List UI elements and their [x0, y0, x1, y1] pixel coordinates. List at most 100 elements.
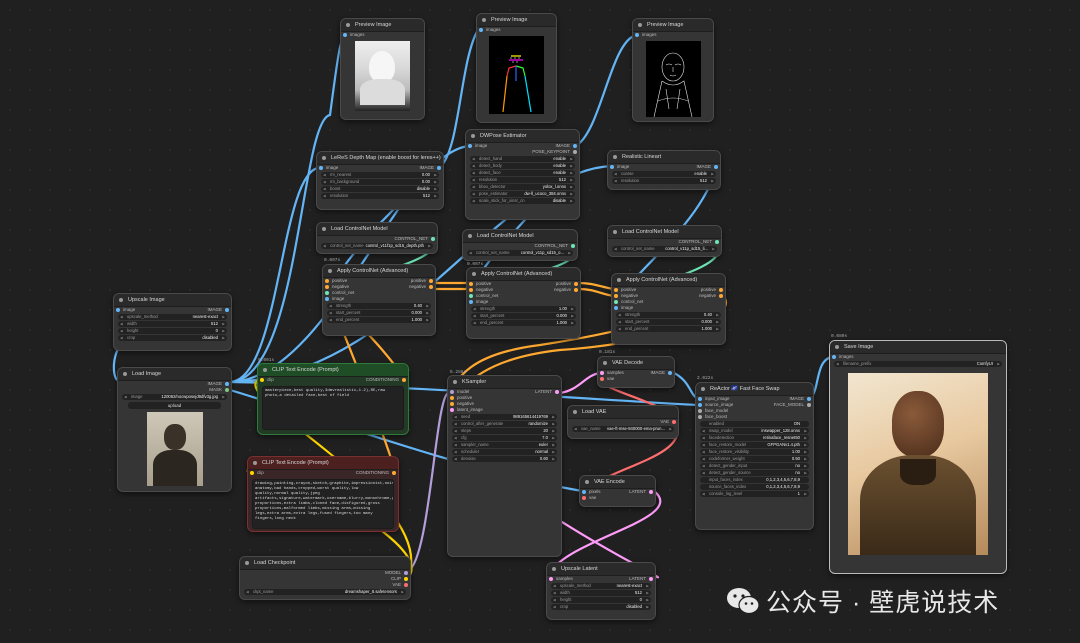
output-slot-icon[interactable] — [719, 294, 723, 298]
input-slot-icon[interactable] — [450, 396, 454, 400]
widget-rm-nearest[interactable]: rm_nearest0.00 — [321, 172, 439, 178]
preview-image-node-lineart[interactable]: Preview Image images — [632, 18, 714, 122]
widget-steps[interactable]: steps20 — [452, 428, 557, 434]
input-slot-icon[interactable] — [582, 496, 586, 500]
output-slot-icon[interactable] — [404, 571, 408, 575]
widget-control-after-generate[interactable]: control_after_generaterandomize — [452, 421, 557, 427]
widget-upscale-method[interactable]: upscale_methodnearest-exact — [551, 583, 651, 589]
preview-image-node-pose[interactable]: Preview Image images — [476, 13, 557, 123]
output-slot-icon[interactable] — [668, 371, 672, 375]
widget-ckpt-name[interactable]: ckpt_namedreamshaper_8.safetensors — [244, 589, 406, 595]
widget-denoise[interactable]: denoise0.60 — [452, 456, 557, 462]
widget-upscale-method[interactable]: upscale_methodnearest-exact — [118, 314, 227, 320]
input-slot-icon[interactable] — [549, 577, 553, 581]
widget-console-log-level[interactable]: console_log_level1 — [700, 491, 809, 497]
output-slot-icon[interactable] — [429, 285, 433, 289]
output-slot-icon[interactable] — [714, 165, 718, 169]
clip-text-encode-negative-node[interactable]: CLIP Text Encode (Prompt) clip CONDITIONI… — [247, 456, 399, 532]
ksampler-node[interactable]: KSampler model LATENT positive negative l… — [447, 375, 562, 557]
dwpose-estimator-node[interactable]: DWPose Estimator image IMAGE POSE_KEYPOIN… — [465, 129, 580, 220]
output-slot-icon[interactable] — [574, 288, 578, 292]
output-slot-icon[interactable] — [225, 382, 229, 386]
widget-scheduler[interactable]: schedulernormal — [452, 449, 557, 455]
input-slot-icon[interactable] — [698, 415, 702, 419]
input-slot-icon[interactable] — [450, 408, 454, 412]
output-slot-icon[interactable] — [573, 144, 577, 148]
input-slot-icon[interactable] — [600, 371, 604, 375]
upload-button[interactable]: upload — [128, 402, 221, 409]
positive-prompt-textarea[interactable]: masterpiece,best quality,3dmvrealistic,1… — [262, 386, 404, 430]
input-slot-icon[interactable] — [260, 378, 264, 382]
widget-sampler-name[interactable]: sampler_nameeuler — [452, 442, 557, 448]
widget-face-restore-visibility[interactable]: face_restore_visibility1.00 — [700, 449, 809, 455]
input-slot-icon[interactable] — [698, 397, 702, 401]
preview-image-node-depth[interactable]: Preview Image images — [340, 18, 425, 120]
widget-facedetection[interactable]: facedetectionretinaface_resnet50 — [700, 435, 809, 441]
output-slot-icon[interactable] — [225, 308, 229, 312]
output-slot-icon[interactable] — [392, 471, 396, 475]
output-slot-icon[interactable] — [573, 150, 577, 154]
output-slot-icon[interactable] — [429, 279, 433, 283]
widget-end-percent[interactable]: end_percent1.000 — [616, 326, 721, 332]
widget-detect-hand[interactable]: detect_handenable — [470, 156, 575, 162]
output-slot-icon[interactable] — [715, 240, 719, 244]
input-slot-icon[interactable] — [319, 166, 323, 170]
widget-source-faces-index[interactable]: source_faces_index 0,1,2,3,4,5,6,7,8,9 — [700, 484, 809, 490]
realistic-lineart-node[interactable]: Realistic Lineart imageIMAGE coarseenabl… — [607, 150, 721, 190]
negative-prompt-textarea[interactable]: drawing,painting,crayon,sketch,graphite,… — [252, 479, 394, 529]
widget-strength[interactable]: strength1.00 — [471, 306, 576, 312]
widget-detect-face[interactable]: detect_faceenable — [470, 170, 575, 176]
upscale-latent-node[interactable]: Upscale Latent samplesLATENT upscale_met… — [546, 562, 656, 620]
apply-controlnet-node-1[interactable]: Apply ControlNet (Advanced) positive posi… — [322, 264, 436, 336]
output-slot-icon[interactable] — [404, 577, 408, 581]
input-slot-icon[interactable] — [479, 28, 483, 32]
widget-filename-prefix[interactable]: filename_prefixComfyUI — [834, 361, 1002, 367]
widget-strength[interactable]: strength0.40 — [327, 303, 431, 309]
widget-rm-background[interactable]: rm_background0.00 — [321, 179, 439, 185]
input-slot-icon[interactable] — [600, 377, 604, 381]
widget-detect-body[interactable]: detect_bodyenable — [470, 163, 575, 169]
load-vae-node[interactable]: Load VAE VAE vae_namevae-ft-mse-840000-e… — [567, 405, 679, 439]
clip-text-encode-positive-node[interactable]: CLIP Text Encode (Prompt) clip CONDITIONI… — [257, 363, 409, 435]
output-slot-icon[interactable] — [437, 166, 441, 170]
input-slot-icon[interactable] — [250, 471, 254, 475]
reactor-face-swap-node[interactable]: ReActor 🌌 Fast Face Swap input_image IMAG… — [695, 382, 814, 530]
widget-pose-estimator[interactable]: pose_estimatordw-ll_ucoco_384.onnx — [470, 191, 575, 197]
widget-control-net-name[interactable]: control_net_namecontrol_v11f1p_sd15_dept… — [321, 243, 433, 249]
output-slot-icon[interactable] — [574, 282, 578, 286]
widget-strength[interactable]: strength0.40 — [616, 312, 721, 318]
input-slot-icon[interactable] — [116, 308, 120, 312]
widget-width[interactable]: width512 — [551, 590, 651, 596]
widget-start-percent[interactable]: start_percent0.000 — [616, 319, 721, 325]
widget-bbox-detector[interactable]: bbox_detectoryolox_l.onnx — [470, 184, 575, 190]
input-slot-icon[interactable] — [468, 144, 472, 148]
output-slot-icon[interactable] — [807, 403, 811, 407]
input-slot-icon[interactable] — [698, 403, 702, 407]
load-controlnet-node-pose[interactable]: Load ControlNet Model CONTROL_NET contro… — [462, 229, 578, 261]
output-slot-icon[interactable] — [672, 420, 676, 424]
widget-resolution[interactable]: resolution512 — [470, 177, 575, 183]
upscale-image-node[interactable]: Upscale Image imageIMAGE upscale_methodn… — [113, 293, 232, 351]
widget-codeformer-weight[interactable]: codeformer_weight0.50 — [700, 456, 809, 462]
save-image-node[interactable]: Save Image images filename_prefixComfyUI — [829, 340, 1007, 574]
apply-controlnet-node-2[interactable]: Apply ControlNet (Advanced) positive posi… — [466, 267, 581, 339]
load-controlnet-node-depth[interactable]: Load ControlNet Model CONTROL_NET contro… — [316, 222, 438, 254]
leres-depth-node[interactable]: LeReS Depth Map (enable boost for leres+… — [316, 151, 444, 210]
widget-detect-gender-input[interactable]: detect_gender_inputno — [700, 463, 809, 469]
widget-start-percent[interactable]: start_percent0.000 — [471, 313, 576, 319]
widget-control-net-name[interactable]: control_net_namecontrol_v11p_sd15_li... — [612, 246, 717, 252]
widget-width[interactable]: width512 — [118, 321, 227, 327]
input-slot-icon[interactable] — [610, 165, 614, 169]
widget-boost[interactable]: boostdisable — [321, 186, 439, 192]
widget-face-restore-model[interactable]: face_restore_modelGFPGANv1.4.pth — [700, 442, 809, 448]
widget-detect-gender-source[interactable]: detect_gender_sourceno — [700, 470, 809, 476]
output-slot-icon[interactable] — [404, 583, 408, 587]
output-slot-icon[interactable] — [719, 288, 723, 292]
input-slot-icon[interactable] — [635, 33, 639, 37]
widget-resolution[interactable]: resolution512 — [612, 178, 716, 184]
widget-enabled-toggle[interactable]: enabled ON — [700, 421, 809, 427]
input-slot-icon[interactable] — [582, 490, 586, 494]
widget-seed[interactable]: seed989165614419769 — [452, 414, 557, 420]
output-slot-icon[interactable] — [649, 577, 653, 581]
widget-control-net-name[interactable]: control_net_namecontrol_v11p_sd15_o... — [467, 250, 573, 256]
